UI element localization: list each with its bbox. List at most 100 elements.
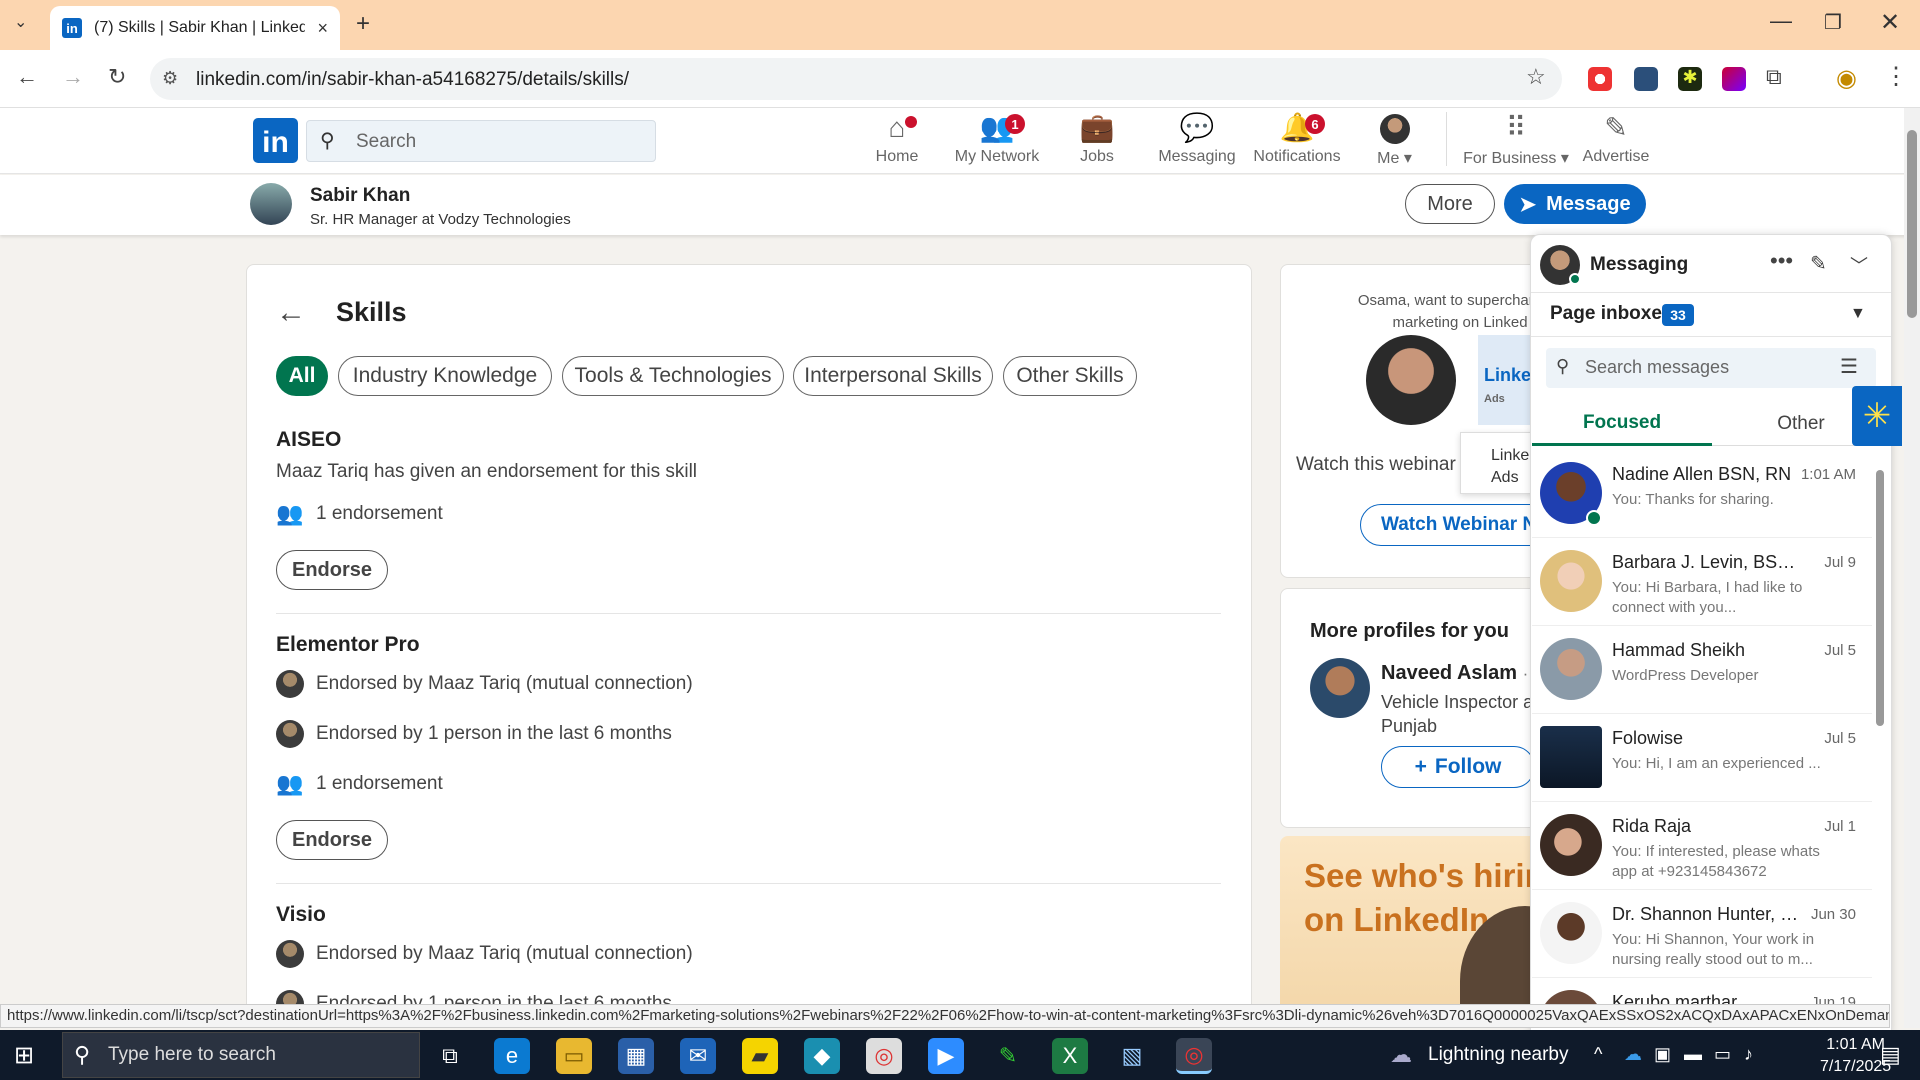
- nav-me[interactable]: Me ▾: [1347, 112, 1442, 168]
- excel-icon[interactable]: X: [1052, 1038, 1088, 1074]
- filter-industry-knowledge[interactable]: Industry Knowledge: [338, 356, 552, 396]
- endorse-button[interactable]: Endorse: [276, 550, 388, 590]
- edge-icon[interactable]: e: [494, 1038, 530, 1074]
- search-messages-placeholder: Search messages: [1585, 357, 1730, 377]
- messaging-title[interactable]: Messaging: [1590, 254, 1688, 276]
- tray-app-icon[interactable]: ▣: [1654, 1044, 1671, 1065]
- url-text[interactable]: linkedin.com/in/sabir-khan-a54168275/det…: [196, 69, 629, 91]
- message-button[interactable]: ➤ Message: [1504, 184, 1646, 224]
- profile-icon[interactable]: ◉: [1836, 64, 1857, 93]
- task-view-icon[interactable]: ⧉: [432, 1038, 468, 1074]
- app-book-icon[interactable]: ▧: [1114, 1038, 1150, 1074]
- app-icon[interactable]: ◆: [804, 1038, 840, 1074]
- page-scrollbar-thumb[interactable]: [1907, 130, 1917, 318]
- close-tab-icon[interactable]: ×: [317, 18, 328, 39]
- extension-color-icon[interactable]: [1722, 67, 1746, 91]
- filter-icon[interactable]: ☰: [1840, 354, 1858, 379]
- minimize-icon[interactable]: —: [1770, 8, 1792, 34]
- weather-text[interactable]: Lightning nearby: [1428, 1044, 1569, 1066]
- conversation-item[interactable]: Barbara J. Levin, BSN, RN... Jul 9 You: …: [1532, 540, 1872, 626]
- filter-all[interactable]: All: [276, 356, 328, 396]
- bookmark-star-icon[interactable]: ☆: [1526, 64, 1546, 90]
- extension-folder-icon[interactable]: [1634, 67, 1658, 91]
- restore-icon[interactable]: ❐: [1824, 10, 1842, 35]
- extension-pokeball-icon[interactable]: [1588, 67, 1612, 91]
- people-icon: 👥 1: [947, 112, 1047, 144]
- nav-notifications[interactable]: 🔔 6 Notifications: [1247, 112, 1347, 166]
- back-icon[interactable]: ←: [16, 64, 38, 90]
- back-arrow-icon[interactable]: ←: [276, 296, 306, 330]
- notifications-center-icon[interactable]: ▤: [1880, 1042, 1901, 1068]
- messaging-scrollbar[interactable]: [1876, 470, 1884, 726]
- nav-my-network[interactable]: 👥 1 My Network: [947, 112, 1047, 166]
- file-explorer-icon[interactable]: ▭: [556, 1038, 592, 1074]
- filter-interpersonal-skills[interactable]: Interpersonal Skills: [793, 356, 993, 396]
- skill-name[interactable]: Visio: [276, 903, 326, 927]
- extension-star-icon[interactable]: ✱: [1678, 67, 1702, 91]
- volume-icon[interactable]: ♪: [1744, 1044, 1753, 1065]
- battery-icon[interactable]: ▬: [1684, 1044, 1702, 1065]
- tab-list-chevron-icon[interactable]: ⌄: [14, 12, 27, 32]
- extensions-puzzle-icon[interactable]: ⧉: [1766, 64, 1782, 90]
- conversation-date: Jul 9: [1824, 554, 1856, 571]
- suggested-profile-avatar[interactable]: [1310, 658, 1370, 718]
- onedrive-icon[interactable]: ☁: [1624, 1044, 1642, 1065]
- nav-messaging[interactable]: 💬 Messaging: [1147, 112, 1247, 166]
- nav-home[interactable]: ⌂ Home: [847, 112, 947, 166]
- conversation-date: Jun 30: [1810, 906, 1856, 923]
- conversation-item[interactable]: Folowise Jul 5 You: Hi, I am an experien…: [1532, 716, 1872, 802]
- nav-jobs[interactable]: 💼 Jobs: [1047, 112, 1147, 166]
- browser-tab[interactable]: in (7) Skills | Sabir Khan | LinkedIn ×: [50, 6, 340, 50]
- close-window-icon[interactable]: ✕: [1880, 8, 1900, 37]
- conversation-item[interactable]: Dr. Shannon Hunter, D... Jun 30 You: Hi …: [1532, 892, 1872, 978]
- conversation-item[interactable]: Kerubo marthar Jun 19: [1532, 980, 1872, 1004]
- browser-menu-icon[interactable]: ⋮: [1884, 62, 1908, 91]
- inbox-dropdown-icon[interactable]: ▼: [1850, 305, 1866, 323]
- forward-icon[interactable]: →: [62, 64, 84, 90]
- nav-for-business[interactable]: ⠿ For Business ▾: [1456, 112, 1576, 168]
- chrome-icon[interactable]: ◎: [866, 1038, 902, 1074]
- network-icon[interactable]: ▭: [1714, 1044, 1731, 1065]
- skill-name[interactable]: Elementor Pro: [276, 633, 420, 657]
- profile-avatar[interactable]: [250, 183, 292, 225]
- reload-icon[interactable]: ↻: [108, 64, 126, 90]
- profile-name[interactable]: Sabir Khan: [310, 185, 410, 207]
- skill-name[interactable]: AISEO: [276, 428, 341, 452]
- conversation-item[interactable]: Hammad Sheikh Jul 5 WordPress Developer: [1532, 628, 1872, 714]
- chrome-active-icon[interactable]: ◎: [1176, 1038, 1212, 1074]
- zoom-icon[interactable]: ▶: [928, 1038, 964, 1074]
- advertise-icon: ✎: [1604, 112, 1628, 143]
- app-pen-icon[interactable]: ✎: [990, 1038, 1026, 1074]
- compose-icon[interactable]: ✎: [1810, 251, 1827, 276]
- group-icon: 👥: [276, 771, 304, 796]
- endorse-button[interactable]: Endorse: [276, 820, 388, 860]
- endorser-avatar: [276, 720, 304, 748]
- conversation-item[interactable]: Rida Raja Jul 1 You: If interested, plea…: [1532, 804, 1872, 890]
- sticky-notes-icon[interactable]: ▰: [742, 1038, 778, 1074]
- chat-icon: 💬: [1179, 112, 1215, 143]
- filter-tools-technologies[interactable]: Tools & Technologies: [562, 356, 784, 396]
- nav-advertise[interactable]: ✎ Advertise: [1566, 112, 1666, 166]
- more-options-icon[interactable]: •••: [1770, 248, 1793, 274]
- store-icon[interactable]: ▦: [618, 1038, 654, 1074]
- page-inboxes-label[interactable]: Page inboxes: [1550, 303, 1673, 325]
- collapse-chevron-icon[interactable]: ﹀: [1850, 252, 1868, 278]
- endorser-avatar: [276, 940, 304, 968]
- endorsed-recent-row: Endorsed by 1 person in the last 6 month…: [276, 720, 672, 748]
- tray-chevron-icon[interactable]: ^: [1594, 1044, 1602, 1065]
- windows-start-icon[interactable]: ⊞: [14, 1041, 34, 1070]
- floating-extension-icon[interactable]: ✳: [1852, 386, 1902, 446]
- follow-button[interactable]: + Follow: [1381, 746, 1535, 788]
- search-placeholder: Search: [356, 131, 417, 152]
- nav-messaging-label: Messaging: [1158, 148, 1236, 165]
- tab-focused[interactable]: Focused: [1532, 402, 1712, 446]
- more-button[interactable]: More: [1405, 184, 1495, 224]
- new-tab-icon[interactable]: +: [356, 10, 370, 38]
- filter-other-skills[interactable]: Other Skills: [1003, 356, 1137, 396]
- weather-icon[interactable]: ☁: [1390, 1042, 1412, 1068]
- linkedin-logo-icon[interactable]: in: [253, 118, 298, 163]
- site-info-icon[interactable]: ⚙: [162, 68, 178, 89]
- mail-icon[interactable]: ✉: [680, 1038, 716, 1074]
- conversation-item[interactable]: Nadine Allen BSN, RN 1:01 AM You: Thanks…: [1532, 452, 1872, 538]
- suggested-profile-name[interactable]: Naveed Aslam · 3: [1381, 662, 1542, 685]
